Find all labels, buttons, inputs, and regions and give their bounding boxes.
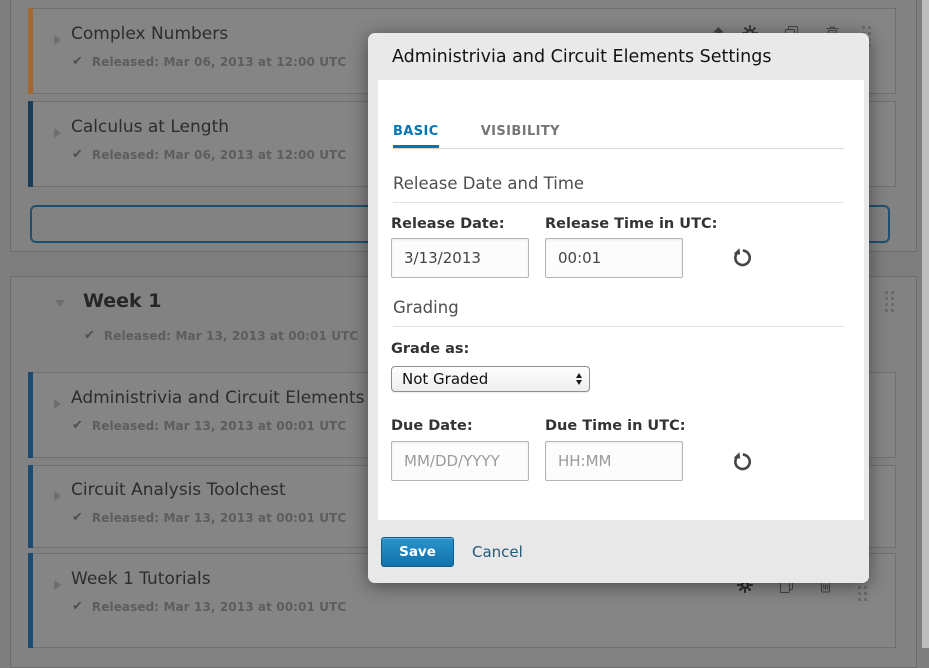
- due-time-input[interactable]: [545, 441, 683, 481]
- subsection-title: Complex Numbers: [71, 24, 228, 44]
- grading-section-heading: Grading: [393, 298, 459, 317]
- expand-caret-icon[interactable]: [54, 35, 61, 45]
- expand-caret-icon[interactable]: [54, 128, 61, 138]
- section-divider: [393, 326, 844, 327]
- collapse-caret-icon[interactable]: [55, 300, 65, 307]
- subsection-title: Calculus at Length: [71, 117, 229, 137]
- modal-footer: Save Cancel: [368, 520, 869, 583]
- drag-handle-icon[interactable]: [885, 291, 894, 312]
- release-status: Released: Mar 06, 2013 at 12:00 UTC: [92, 55, 346, 69]
- release-status: Released: Mar 13, 2013 at 00:01 UTC: [104, 329, 358, 343]
- modal-tabs: BASIC VISIBILITY: [393, 124, 844, 149]
- subsection-title: Circuit Analysis Toolchest: [71, 480, 286, 500]
- tab-visibility[interactable]: VISIBILITY: [481, 124, 560, 148]
- check-icon: ✔: [72, 418, 83, 433]
- check-icon: ✔: [84, 328, 95, 343]
- settings-modal: Administrivia and Circuit Elements Setti…: [368, 33, 869, 583]
- release-time-label: Release Time in UTC:: [545, 216, 717, 232]
- expand-caret-icon[interactable]: [54, 399, 61, 409]
- status-bar: [28, 101, 33, 187]
- section-divider: [393, 202, 844, 203]
- check-icon: ✔: [72, 599, 83, 614]
- grade-select-value: Not Graded: [402, 370, 488, 388]
- drag-handle-icon[interactable]: [858, 580, 867, 601]
- status-bar: [28, 553, 33, 648]
- release-status: Released: Mar 13, 2013 at 00:01 UTC: [92, 600, 346, 614]
- select-arrows-icon: [576, 373, 582, 386]
- save-button[interactable]: Save: [381, 537, 454, 567]
- modal-header: Administrivia and Circuit Elements Setti…: [368, 33, 869, 80]
- subsection-title: Administrivia and Circuit Elements: [71, 388, 365, 408]
- release-time-input[interactable]: [545, 238, 683, 278]
- page-scrollbar[interactable]: [922, 0, 929, 648]
- release-status: Released: Mar 06, 2013 at 12:00 UTC: [92, 148, 346, 162]
- subsection-title: Week 1 Tutorials: [71, 569, 211, 589]
- reset-due-icon[interactable]: [732, 452, 753, 472]
- status-bar: [28, 8, 33, 94]
- reset-release-icon[interactable]: [732, 248, 753, 268]
- status-bar: [28, 372, 33, 458]
- due-time-label: Due Time in UTC:: [545, 418, 686, 434]
- check-icon: ✔: [72, 147, 83, 162]
- expand-caret-icon[interactable]: [54, 580, 61, 590]
- status-bar: [28, 465, 33, 548]
- release-date-input[interactable]: [391, 238, 529, 278]
- grade-as-label: Grade as:: [391, 341, 469, 357]
- check-icon: ✔: [72, 510, 83, 525]
- check-icon: ✔: [72, 54, 83, 69]
- release-section-heading: Release Date and Time: [393, 174, 584, 193]
- cancel-link[interactable]: Cancel: [472, 543, 523, 561]
- due-date-label: Due Date:: [391, 418, 473, 434]
- release-status: Released: Mar 13, 2013 at 00:01 UTC: [92, 511, 346, 525]
- modal-title: Administrivia and Circuit Elements Setti…: [392, 47, 771, 67]
- grade-select[interactable]: Not Graded: [391, 366, 590, 392]
- modal-body: BASIC VISIBILITY Release Date and Time R…: [378, 80, 864, 520]
- section-title: Week 1: [83, 290, 162, 312]
- release-status: Released: Mar 13, 2013 at 00:01 UTC: [92, 419, 346, 433]
- due-date-input[interactable]: [391, 441, 529, 481]
- tab-basic[interactable]: BASIC: [393, 124, 439, 148]
- expand-caret-icon[interactable]: [54, 491, 61, 501]
- release-date-label: Release Date:: [391, 216, 505, 232]
